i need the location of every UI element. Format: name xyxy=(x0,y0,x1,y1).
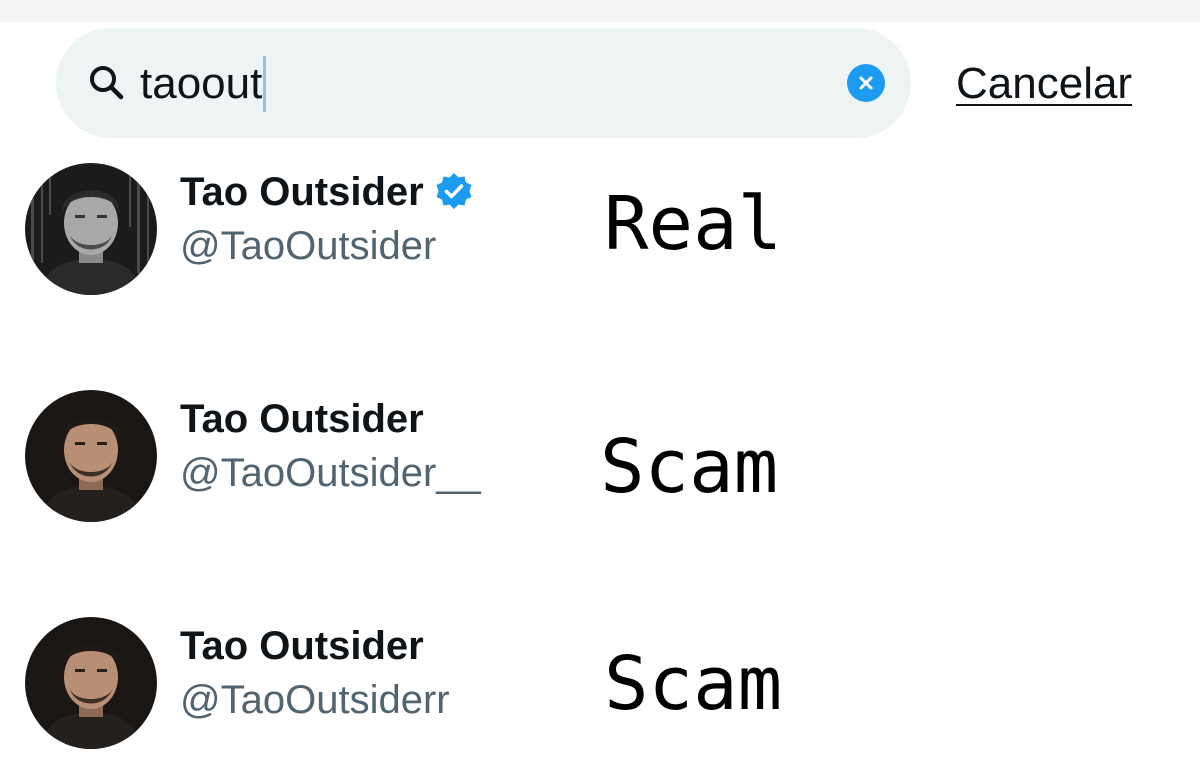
username-handle: @TaoOutsider__ xyxy=(180,451,481,495)
annotation-real: Real xyxy=(604,181,783,267)
text-caret xyxy=(263,56,267,112)
cancel-button[interactable]: Cancelar xyxy=(956,56,1132,112)
search-result-row[interactable]: Tao Outsider @TaoOutsider__ Scam xyxy=(0,377,1200,537)
avatar xyxy=(25,390,157,522)
status-strip xyxy=(0,0,1200,22)
search-icon xyxy=(90,66,124,100)
display-name: Tao Outsider xyxy=(180,622,424,670)
avatar xyxy=(25,617,157,749)
avatar xyxy=(25,163,157,295)
display-name: Tao Outsider xyxy=(180,168,474,216)
search-result-row[interactable]: Tao Outsider @TaoOutsider Real xyxy=(0,150,1200,310)
clear-icon[interactable] xyxy=(847,64,885,102)
search-result-row[interactable]: Tao Outsider @TaoOutsiderr Scam xyxy=(0,604,1200,764)
display-name-text: Tao Outsider xyxy=(180,397,424,441)
annotation-scam: Scam xyxy=(604,641,783,727)
display-name: Tao Outsider xyxy=(180,395,424,443)
username-handle: @TaoOutsiderr xyxy=(180,678,450,722)
verified-badge-icon xyxy=(436,173,472,209)
display-name-text: Tao Outsider xyxy=(180,170,424,214)
display-name-text: Tao Outsider xyxy=(180,624,424,668)
username-handle: @TaoOutsider xyxy=(180,224,437,268)
search-input[interactable]: taoout xyxy=(140,56,267,112)
annotation-scam: Scam xyxy=(600,424,779,510)
search-query: taoout xyxy=(140,59,263,108)
